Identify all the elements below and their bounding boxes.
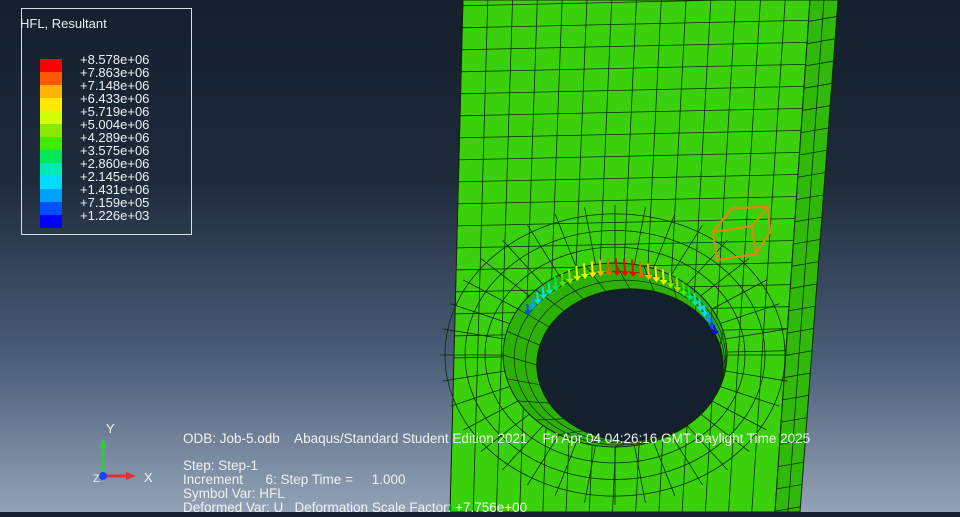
legend-swatch [40, 202, 62, 215]
hole-through-opening [536, 288, 724, 442]
triad-y-label: Y [106, 421, 115, 436]
legend-swatch [40, 98, 62, 111]
legend-swatch [40, 215, 62, 228]
legend-swatch [40, 124, 62, 137]
legend-swatch [40, 111, 62, 124]
triad-z-label: Z [93, 473, 100, 485]
deformed-var-line: Deformed Var: U Deformation Scale Factor… [183, 500, 528, 515]
legend-value: +1.226e+03 [80, 208, 150, 223]
model-viewport[interactable]: HFL, Resultant +8.578e+06 +7.863e+06 +7.14… [0, 0, 960, 515]
legend-swatch [40, 59, 62, 72]
legend-values: +8.578e+06 +7.863e+06 +7.148e+06 +6.433e+06… [80, 53, 149, 222]
legend-color-bar [40, 59, 62, 228]
symbol-var-line: Symbol Var: HFL [183, 486, 285, 501]
legend-swatch [40, 176, 62, 189]
legend-swatch [40, 85, 62, 98]
triad-x-label: X [144, 470, 153, 485]
increment-line: Increment 6: Step Time = 1.000 [183, 472, 406, 487]
legend-swatch [40, 150, 62, 163]
legend-swatch [40, 189, 62, 202]
legend-swatch [40, 163, 62, 176]
step-line: Step: Step-1 [183, 458, 259, 473]
legend-swatch [40, 137, 62, 150]
legend-title: HFL, Resultant [20, 16, 107, 31]
legend-swatch [40, 72, 62, 85]
odb-info-line: ODB: Job-5.odb Abaqus/Standard Student E… [183, 431, 811, 446]
